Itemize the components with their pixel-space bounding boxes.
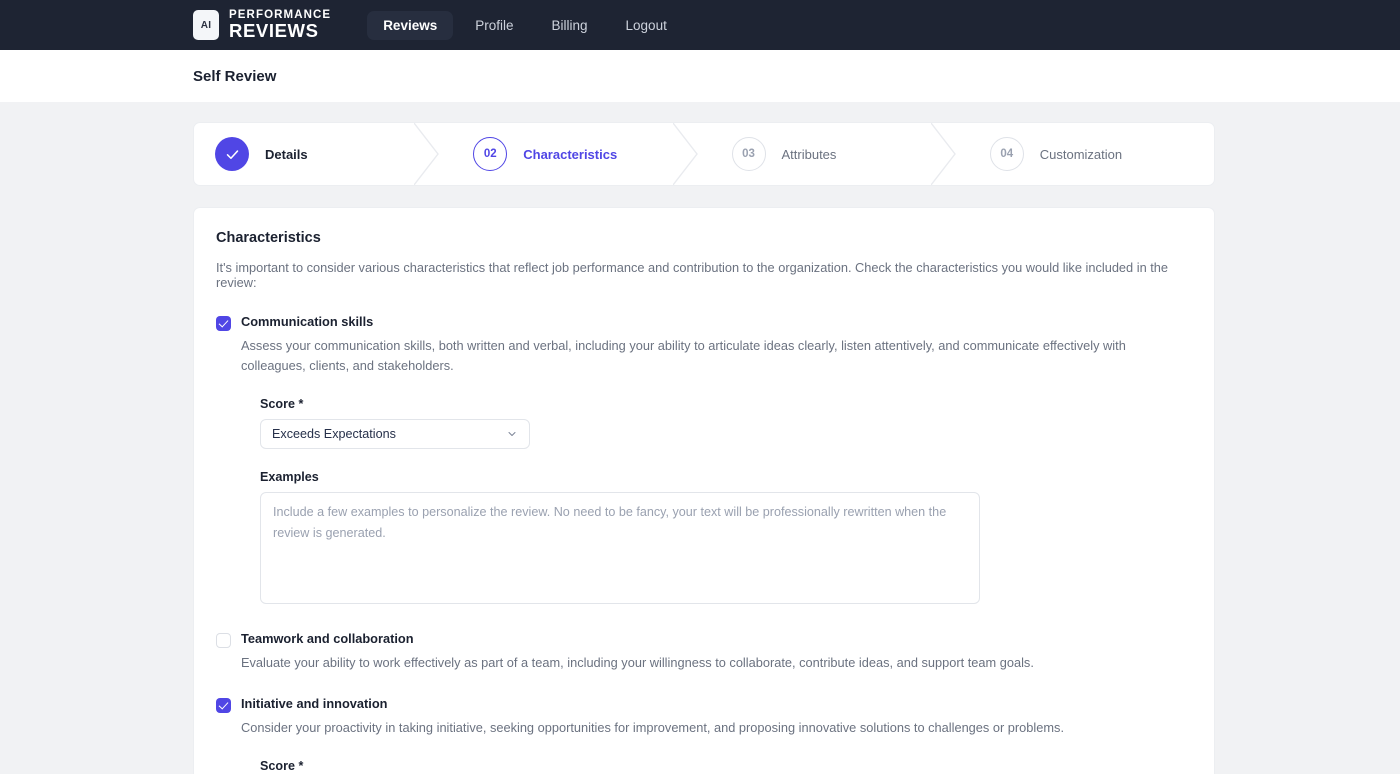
section-intro-text: It's important to consider various chara… xyxy=(216,260,1169,290)
score-selected-value: Exceeds Expectations xyxy=(272,427,396,442)
score-select-communication-skills[interactable]: Exceeds Expectations xyxy=(260,419,530,450)
characteristic-label-teamwork-and-collaboration[interactable]: Teamwork and collaboration xyxy=(241,631,414,646)
top-navigation-bar: AI PERFORMANCE REVIEWS Reviews Profile B… xyxy=(0,0,1400,50)
stepper-label-characteristics: Characteristics xyxy=(523,146,618,162)
step-badge-done-icon xyxy=(215,137,249,171)
checkbox-initiative-and-innovation[interactable] xyxy=(216,697,231,713)
examples-textarea-communication-skills[interactable] xyxy=(260,492,980,605)
step-badge-03: 03 xyxy=(731,137,766,171)
page-body: Details 02 Characteristics 03 Attributes xyxy=(0,102,1400,774)
stepper-step-attributes[interactable]: 03 Attributes xyxy=(698,123,956,185)
stepper-divider-icon xyxy=(672,123,698,185)
characteristic-header: Teamwork and collaboration xyxy=(216,631,1192,649)
characteristic-description: Assess your communication skills, both w… xyxy=(241,338,1126,374)
characteristic-description: Evaluate your ability to work effectivel… xyxy=(241,655,1034,671)
stepper-label-details: Details xyxy=(265,146,308,162)
characteristic-header: Communication skills xyxy=(216,314,1192,331)
nav-item-profile[interactable]: Profile xyxy=(459,11,529,40)
stepper-step-details[interactable]: Details xyxy=(194,123,440,185)
examples-label: Examples xyxy=(260,470,319,485)
score-label: Score * xyxy=(260,397,304,412)
stepper-step-characteristics[interactable]: 02 Characteristics xyxy=(439,123,698,185)
logo-mark-icon: AI xyxy=(193,10,219,40)
characteristic-initiative-and-innovation: Initiative and innovation Consider your … xyxy=(216,696,1192,774)
stepper-divider-icon xyxy=(414,123,440,185)
nav-links: Reviews Profile Billing Logout xyxy=(367,10,683,40)
brand-line-reviews: REVIEWS xyxy=(229,20,319,41)
stepper-label-attributes: Attributes xyxy=(781,146,837,162)
stepper-step-customization[interactable]: 04 Customization xyxy=(956,123,1214,185)
characteristic-label-initiative-and-innovation[interactable]: Initiative and innovation xyxy=(241,696,387,711)
progress-stepper: Details 02 Characteristics 03 Attributes xyxy=(193,122,1215,186)
characteristic-label-communication-skills[interactable]: Communication skills xyxy=(241,314,373,329)
step-badge-02: 02 xyxy=(473,137,508,171)
characteristic-form: Score * Meets Expectations xyxy=(260,759,1192,774)
stepper-label-customization: Customization xyxy=(1039,146,1123,162)
page-title: Self Review xyxy=(193,67,277,85)
characteristic-form: Score * Exceeds Expectations Examples xyxy=(260,397,1192,609)
characteristic-description: Consider your proactivity in taking init… xyxy=(241,719,1064,735)
step-badge-04: 04 xyxy=(989,137,1024,171)
characteristic-teamwork-and-collaboration: Teamwork and collaboration Evaluate your… xyxy=(216,631,1192,673)
characteristic-header: Initiative and innovation xyxy=(216,696,1192,713)
stepper-divider-icon xyxy=(930,123,956,185)
characteristics-card: Characteristics It's important to consid… xyxy=(193,207,1215,774)
page-title-band: Self Review xyxy=(0,50,1400,102)
nav-item-billing[interactable]: Billing xyxy=(536,11,604,40)
checkbox-communication-skills[interactable] xyxy=(216,316,231,331)
nav-item-reviews[interactable]: Reviews xyxy=(367,10,454,40)
chevron-down-icon xyxy=(508,432,516,437)
section-heading: Characteristics xyxy=(216,230,321,246)
checkbox-teamwork-and-collaboration[interactable] xyxy=(216,633,231,649)
characteristic-communication-skills: Communication skills Assess your communi… xyxy=(216,314,1192,609)
score-label: Score * xyxy=(260,758,304,773)
brand-wordmark: PERFORMANCE REVIEWS xyxy=(229,9,331,41)
brand-logo[interactable]: AI PERFORMANCE REVIEWS xyxy=(193,9,331,41)
examples-field-group: Examples xyxy=(260,470,1192,609)
content-wrapper: Details 02 Characteristics 03 Attributes xyxy=(193,122,1215,774)
nav-item-logout[interactable]: Logout xyxy=(610,11,683,40)
